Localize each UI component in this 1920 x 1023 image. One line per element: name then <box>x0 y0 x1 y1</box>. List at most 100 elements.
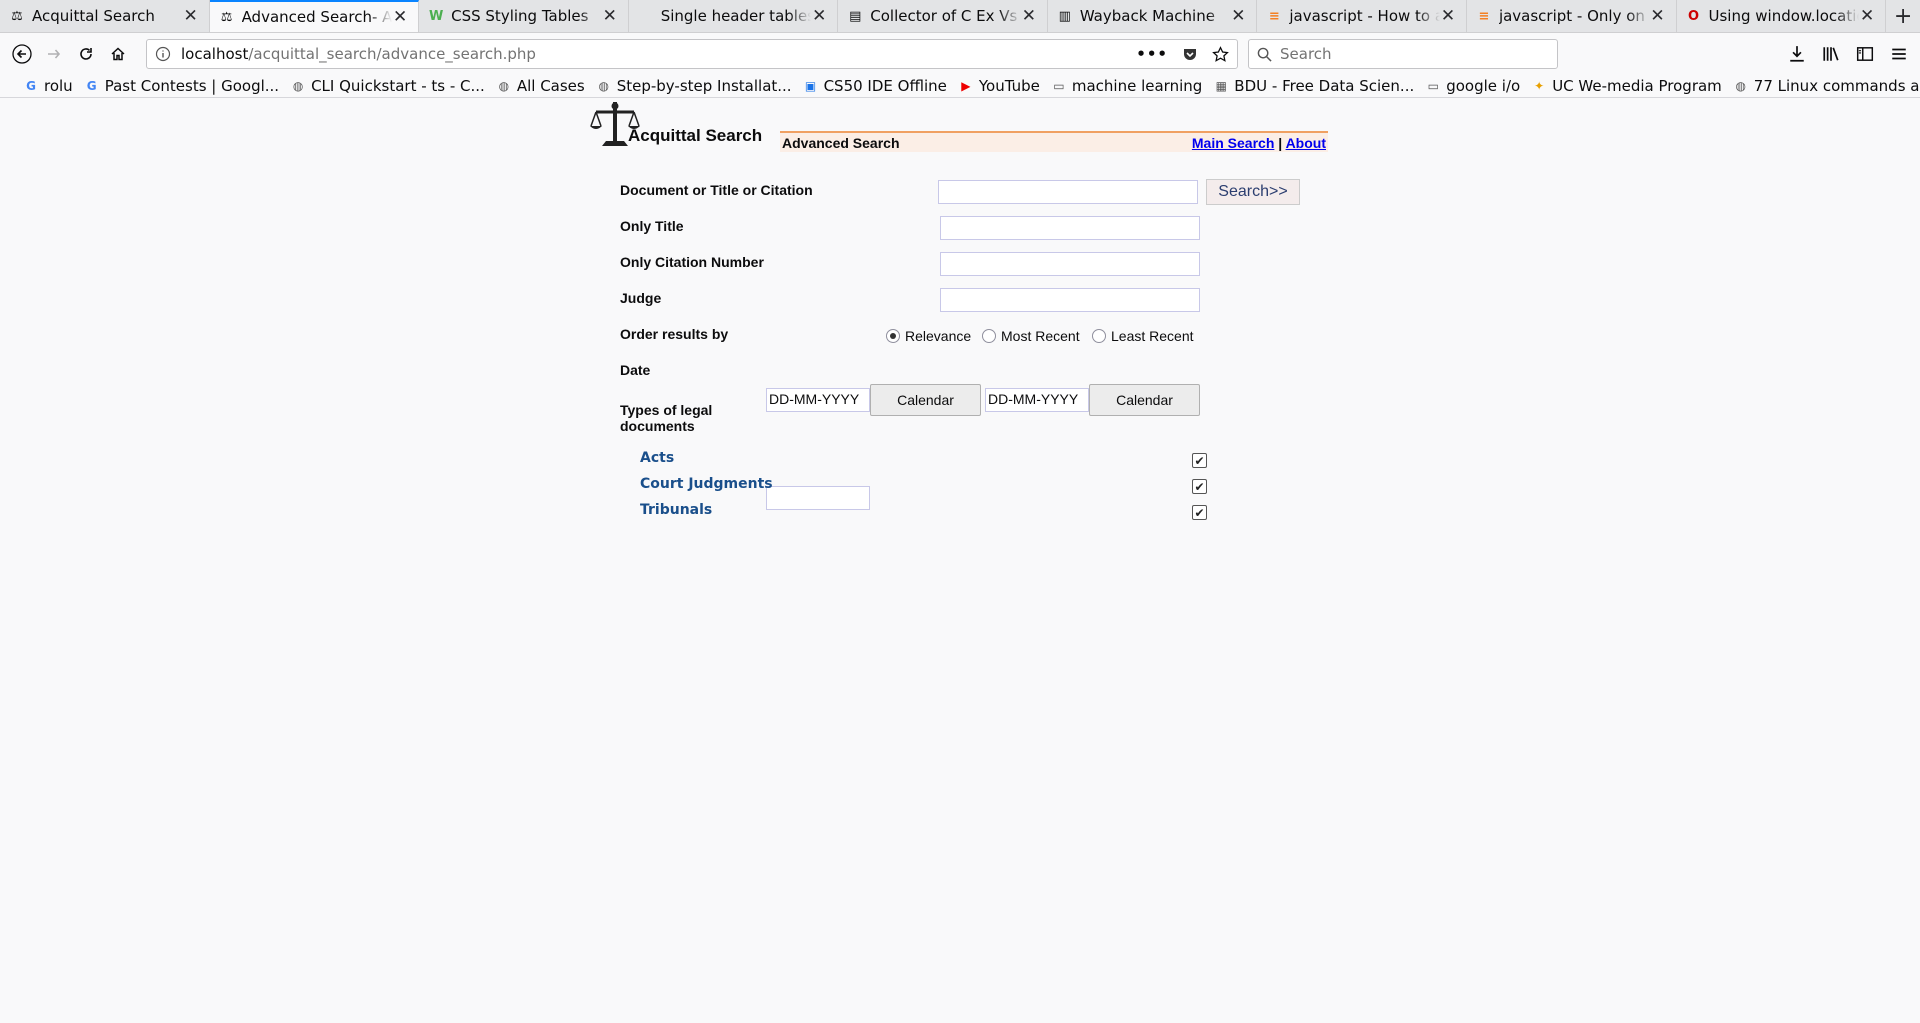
hamburger-menu-icon[interactable] <box>1890 45 1908 63</box>
home-button[interactable] <box>102 38 134 70</box>
bdu-icon: ▦ <box>1215 79 1227 93</box>
sidebar-icon[interactable] <box>1856 45 1874 63</box>
main-search-link[interactable]: Main Search <box>1192 135 1274 151</box>
downloads-icon[interactable] <box>1788 45 1806 63</box>
bookmark-item[interactable]: ▶ YouTube <box>959 77 1040 95</box>
title-input[interactable] <box>940 216 1200 240</box>
search-placeholder: Search <box>1280 45 1332 63</box>
radio-dot[interactable] <box>1092 329 1106 343</box>
order-least-recent-radio[interactable]: Least Recent <box>1092 328 1194 344</box>
search-icon <box>1257 47 1272 62</box>
order-relevance-radio[interactable]: Relevance <box>886 328 971 344</box>
doc-type-tribunals-label[interactable]: Tribunals <box>640 502 712 518</box>
order-most-recent-radio[interactable]: Most Recent <box>982 328 1080 344</box>
checkmark-icon: ✔ <box>1194 479 1205 494</box>
bookmark-item[interactable]: Grolu <box>24 77 73 95</box>
bookmark-item[interactable]: ◍ Step-by-step Installat... <box>597 77 791 95</box>
judge-input[interactable] <box>940 288 1200 312</box>
library-icon[interactable] <box>1822 45 1840 63</box>
browser-tab[interactable]: W CSS Styling Tables ✕ <box>419 0 629 32</box>
scales-icon: ⚖ <box>220 9 233 25</box>
tab-close-icon[interactable]: ✕ <box>1440 6 1456 26</box>
reload-button[interactable] <box>70 38 102 70</box>
bookmark-label: YouTube <box>978 77 1040 95</box>
search-button[interactable]: Search>> <box>1206 179 1300 205</box>
radio-label: Least Recent <box>1111 328 1194 344</box>
tab-close-icon[interactable]: ✕ <box>1021 6 1037 26</box>
browser-tab[interactable]: ⚖ Advanced Search- Acq✕ <box>209 0 420 32</box>
bookmark-item[interactable]: ▭ google i/o <box>1426 77 1521 95</box>
bookmark-item[interactable]: ◍ 77 Linux commands a... <box>1734 77 1920 95</box>
radio-dot[interactable] <box>982 329 996 343</box>
section-bar: Advanced Search Main Search | About <box>780 131 1328 152</box>
blank-icon <box>638 8 654 24</box>
browser-tab[interactable]: ⚖ Acquittal Search ✕ <box>0 0 210 32</box>
tab-strip: ⚖Acquittal Search✕⚖Advanced Search- Acq✕… <box>0 0 1920 33</box>
globe-icon: ◍ <box>498 79 510 93</box>
bookmark-item[interactable]: ▣ CS50 IDE Offline <box>804 77 947 95</box>
tab-close-icon[interactable]: ✕ <box>811 6 827 26</box>
tab-close-icon[interactable]: ✕ <box>602 6 618 26</box>
bookmark-item[interactable]: G Past Contests | Googl... <box>85 77 279 95</box>
home-icon <box>111 47 125 61</box>
citation-label: Only Citation Number <box>620 254 764 270</box>
date-from-input[interactable]: DD-MM-YYYY <box>766 388 870 412</box>
doc-type-court-judgments-checkbox[interactable]: ✔ <box>1192 479 1207 494</box>
bookmarks-toolbar: Grolu G Past Contests | Googl... ◍ CLI Quick… <box>0 75 1920 98</box>
bookmark-item[interactable]: ▦ BDU - Free Data Scien... <box>1214 77 1415 95</box>
browser-tab[interactable]: ▤ Collector of C Ex Vs Su✕ <box>838 0 1048 32</box>
info-icon[interactable] <box>155 46 171 62</box>
bookmark-label: UC We-media Program <box>1552 77 1722 95</box>
pocket-icon[interactable] <box>1182 46 1198 62</box>
browser-tab[interactable]: ≡ javascript - How to ad ✕ <box>1257 0 1467 32</box>
calendar-from-button[interactable]: Calendar <box>870 384 981 416</box>
doc-type-acts-label[interactable]: Acts <box>640 450 674 466</box>
url-bar[interactable]: localhost/acquittal_search/advance_searc… <box>146 39 1238 69</box>
browser-tab[interactable]: ≡ javascript - Only on Fi ✕ <box>1467 0 1677 32</box>
date-to-input[interactable]: DD-MM-YYYY <box>985 388 1089 412</box>
calendar-to-button[interactable]: Calendar <box>1089 384 1200 416</box>
document-icon: ▤ <box>849 8 862 24</box>
archive-icon: ▥ <box>1058 8 1071 24</box>
page-actions-icon[interactable]: ••• <box>1136 45 1168 63</box>
forward-button[interactable] <box>38 38 70 70</box>
tab-title: Acquittal Search <box>32 7 155 25</box>
doc-type-acts-checkbox[interactable]: ✔ <box>1192 453 1207 468</box>
search-bar[interactable]: Search <box>1248 39 1558 69</box>
tab-close-icon[interactable]: ✕ <box>1859 6 1875 26</box>
page-content: Acquittal Search Advanced Search Main Se… <box>0 98 1920 1022</box>
radio-label: Relevance <box>905 328 972 344</box>
navigation-toolbar: localhost/acquittal_search/advance_searc… <box>0 33 1920 75</box>
new-tab-button[interactable]: + <box>1886 0 1920 32</box>
tab-close-icon[interactable]: ✕ <box>1650 6 1666 26</box>
bookmark-item[interactable]: ✦ UC We-media Program <box>1532 77 1722 95</box>
document-input[interactable] <box>938 180 1198 204</box>
bookmark-label: rolu <box>44 77 73 95</box>
globe-icon: ◍ <box>292 79 304 93</box>
doc-type-court-judgments-label[interactable]: Court Judgments <box>640 476 773 492</box>
doc-type-tribunals-checkbox[interactable]: ✔ <box>1192 505 1207 520</box>
site-brand: Acquittal Search <box>628 126 763 145</box>
link-separator: | <box>1278 134 1283 151</box>
scales-icon: ⚖ <box>11 8 23 24</box>
section-title: Advanced Search <box>782 134 900 151</box>
radio-dot[interactable] <box>886 329 900 343</box>
bookmark-label: google i/o <box>1446 77 1521 95</box>
browser-tab[interactable]: Single header tables - Fo✕ <box>629 0 839 32</box>
bookmark-star-icon[interactable] <box>1212 45 1229 63</box>
browser-tab[interactable]: ▥ Wayback Machine ✕ <box>1048 0 1258 32</box>
bookmark-label: CS50 IDE Offline <box>823 77 947 95</box>
bookmark-item[interactable]: ▭ machine learning <box>1052 77 1202 95</box>
citation-input[interactable] <box>940 252 1200 276</box>
tab-close-icon[interactable]: ✕ <box>183 6 199 26</box>
google-icon: G <box>26 79 36 93</box>
back-button[interactable] <box>6 38 38 70</box>
bookmark-item[interactable]: ◍ CLI Quickstart - ts - C... <box>291 77 485 95</box>
tab-close-icon[interactable]: ✕ <box>392 7 408 27</box>
bookmark-item[interactable]: ◍ All Cases <box>497 77 585 95</box>
stackoverflow-icon: ≡ <box>1268 8 1280 24</box>
tab-close-icon[interactable]: ✕ <box>1230 6 1246 26</box>
about-link[interactable]: About <box>1286 135 1326 151</box>
browser-tab[interactable]: O Using window.location ✕ <box>1677 0 1887 32</box>
checkmark-icon: ✔ <box>1194 505 1205 520</box>
